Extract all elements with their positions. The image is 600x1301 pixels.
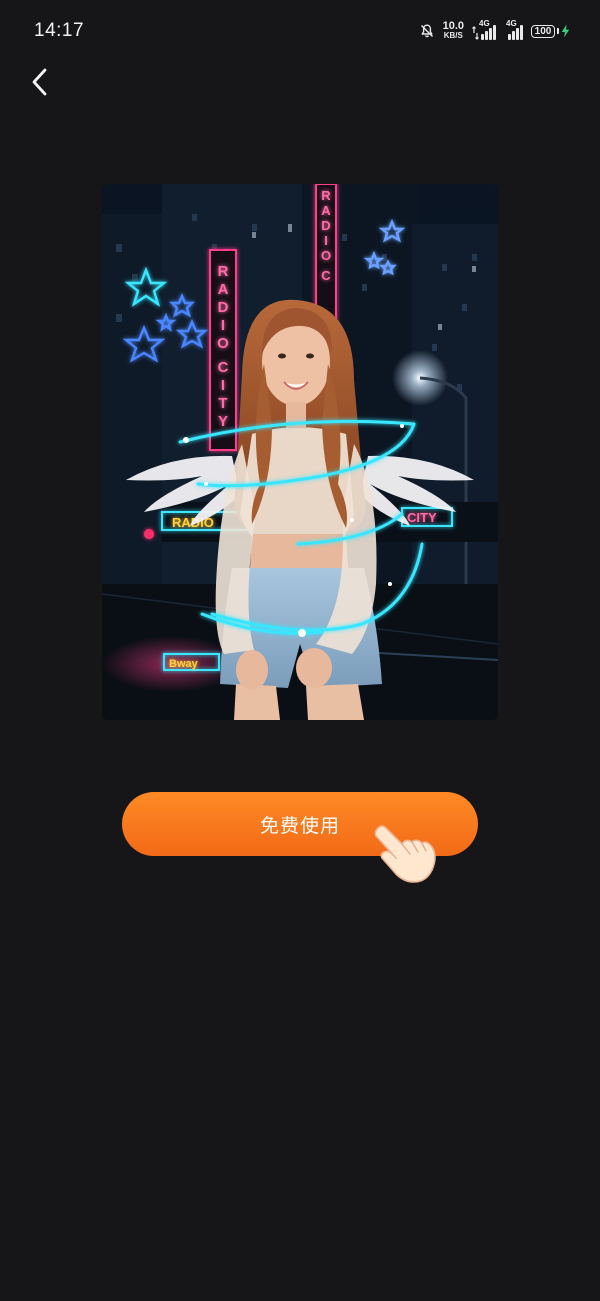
mute-bell-icon bbox=[420, 24, 433, 38]
charging-bolt-icon bbox=[561, 24, 570, 38]
status-icons: 10.0 KB/S 4G 4G 100 bbox=[419, 19, 570, 42]
marquee-right: CITY bbox=[407, 510, 437, 525]
net-speed-unit: KB/S bbox=[443, 31, 463, 40]
net-speed-value: 10.0 bbox=[442, 20, 464, 32]
signal-icon: 4G bbox=[479, 19, 496, 40]
net-speed: 10.0 KB/S bbox=[442, 20, 464, 41]
neon-city-illustration: RADIOCITY RADIOC RADIO CITY bbox=[102, 184, 498, 720]
pointing-hand-icon bbox=[374, 825, 436, 883]
battery-icon: 100 bbox=[531, 24, 570, 38]
signal-2-label: 4G bbox=[506, 19, 517, 28]
template-preview-image: RADIOCITY RADIOC RADIO CITY bbox=[102, 184, 498, 720]
status-time: 14:17 bbox=[34, 20, 85, 41]
cell-signal-1: 4G bbox=[472, 19, 496, 40]
back-button[interactable] bbox=[22, 64, 58, 100]
cell-signal-2: 4G bbox=[506, 19, 523, 40]
data-arrows-icon bbox=[472, 26, 479, 40]
chevron-left-icon bbox=[32, 68, 47, 96]
battery-level: 100 bbox=[531, 24, 555, 38]
neon-sign-left: RADIOCITY bbox=[217, 263, 229, 430]
street-sign: Bway bbox=[169, 658, 199, 670]
status-bar: 14:17 10.0 KB/S 4G 4G 100 bbox=[0, 0, 600, 62]
signal-1-label: 4G bbox=[479, 19, 490, 28]
